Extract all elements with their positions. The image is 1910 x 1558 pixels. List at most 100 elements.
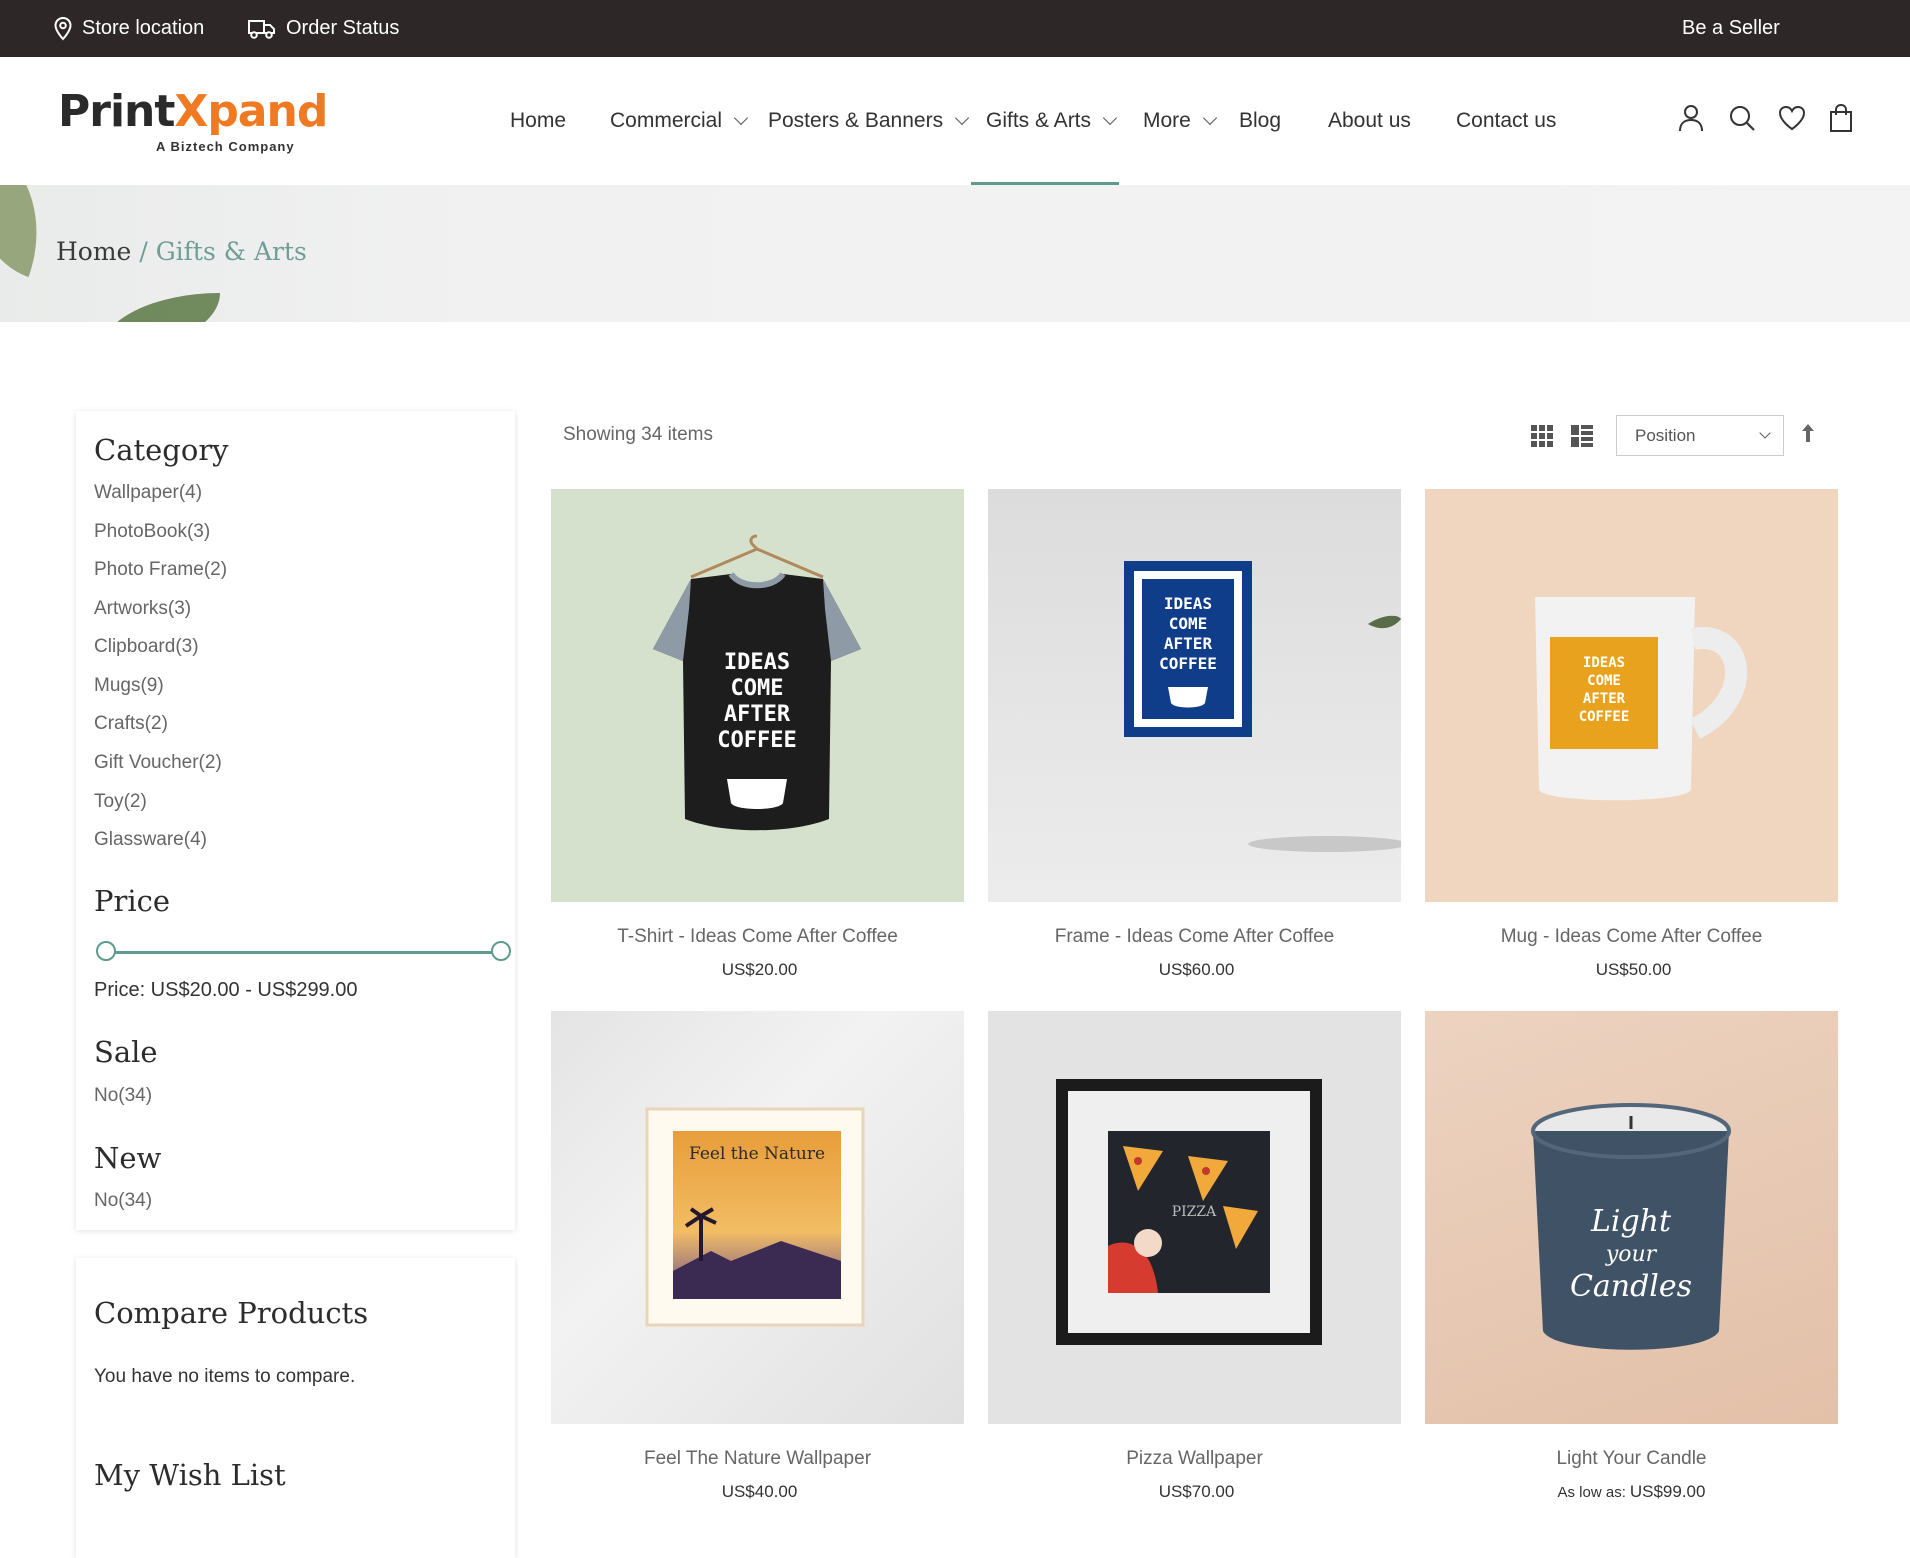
breadcrumb-separator: / — [139, 237, 148, 266]
nav-blog[interactable]: Blog — [1239, 57, 1281, 185]
nav-contact-us[interactable]: Contact us — [1456, 57, 1556, 185]
leaf-decoration — [100, 293, 220, 322]
nature-wallpaper-artwork: Feel the Nature — [645, 1107, 865, 1327]
new-option[interactable]: No(34) — [94, 1190, 152, 1212]
category-item[interactable]: Toy(2) — [94, 791, 147, 813]
svg-text:Candles: Candles — [1570, 1269, 1692, 1304]
store-location-label: Store location — [82, 17, 205, 39]
nav-gifts-arts[interactable]: Gifts & Arts — [986, 57, 1118, 185]
product-name[interactable]: Feel The Nature Wallpaper — [551, 1448, 964, 1470]
nav-posters-banners[interactable]: Posters & Banners — [768, 57, 970, 185]
sort-select[interactable]: Position — [1616, 415, 1784, 456]
svg-text:COME: COME — [731, 676, 784, 701]
filter-panel: Category Wallpaper(4) PhotoBook(3) Photo… — [76, 411, 515, 1230]
price-slider-min-handle[interactable] — [96, 941, 116, 961]
product-card[interactable]: IDEAS COME AFTER COFFEE Mug - Ideas Come… — [1425, 489, 1838, 989]
top-bar: Store location Order Status Be a Seller — [0, 0, 1910, 57]
product-price: US$70.00 — [1158, 1482, 1235, 1501]
category-item[interactable]: Wallpaper(4) — [94, 482, 202, 504]
chevron-down-icon — [955, 110, 970, 126]
price-slider-track[interactable] — [106, 951, 501, 954]
price-slider-max-handle[interactable] — [491, 941, 511, 961]
site-logo[interactable]: PrintXpand A Biztech Company — [58, 86, 328, 155]
product-name[interactable]: Pizza Wallpaper — [988, 1448, 1401, 1470]
product-card[interactable]: IDEAS COME AFTER COFFEE T-Shirt - Ideas … — [551, 489, 964, 989]
category-title: Category — [94, 433, 229, 467]
category-item[interactable]: Artworks(3) — [94, 598, 191, 620]
product-image[interactable]: Feel the Nature — [551, 1011, 964, 1424]
category-item[interactable]: PhotoBook(3) — [94, 521, 210, 543]
sort-selected-value: Position — [1635, 425, 1696, 445]
compare-title: Compare Products — [94, 1296, 369, 1330]
be-seller-label: Be a Seller — [1682, 17, 1780, 39]
grid-view-icon[interactable] — [1530, 424, 1554, 448]
candle-artwork: Light your Candles — [1531, 1103, 1731, 1350]
sale-option[interactable]: No(34) — [94, 1085, 152, 1107]
truck-icon — [248, 19, 275, 39]
chevron-down-icon — [1102, 110, 1118, 126]
product-card[interactable]: PIZZA Pizza Wallpaper US$70.00 — [988, 1011, 1401, 1521]
order-status-link[interactable]: Order Status — [248, 0, 399, 57]
product-card[interactable]: Feel the Nature Feel The Nature Wallpape… — [551, 1011, 964, 1521]
heart-icon[interactable] — [1777, 103, 1807, 133]
category-item[interactable]: Mugs(9) — [94, 675, 164, 697]
tshirt-artwork: IDEAS COME AFTER COFFEE — [653, 534, 861, 831]
price-title: Price — [94, 884, 171, 918]
mug-artwork: IDEAS COME AFTER COFFEE — [1535, 597, 1747, 801]
category-item[interactable]: Photo Frame(2) — [94, 559, 227, 581]
product-name[interactable]: Light Your Candle — [1425, 1448, 1838, 1470]
nav-commercial[interactable]: Commercial — [610, 57, 749, 185]
product-price: As low as: US$99.00 — [1557, 1482, 1706, 1501]
nav-about-us[interactable]: About us — [1328, 57, 1411, 185]
product-price: US$50.00 — [1595, 960, 1672, 979]
category-item[interactable]: Gift Voucher(2) — [94, 752, 222, 774]
svg-text:IDEAS: IDEAS — [1164, 594, 1212, 613]
search-icon[interactable] — [1727, 103, 1757, 133]
user-icon[interactable] — [1676, 103, 1706, 133]
store-location-link[interactable]: Store location — [54, 0, 204, 57]
product-card[interactable]: IDEAS COME AFTER COFFEE Frame - Ideas Co… — [988, 489, 1401, 989]
shopping-bag-icon[interactable] — [1826, 103, 1856, 133]
svg-text:IDEAS: IDEAS — [724, 650, 790, 675]
svg-text:IDEAS: IDEAS — [1583, 655, 1625, 671]
product-price: US$60.00 — [1158, 960, 1235, 979]
product-name[interactable]: Frame - Ideas Come After Coffee — [988, 926, 1401, 948]
category-item[interactable]: Crafts(2) — [94, 713, 168, 735]
product-image[interactable]: PIZZA — [988, 1011, 1401, 1424]
product-image[interactable]: IDEAS COME AFTER COFFEE — [1425, 489, 1838, 902]
svg-text:your: your — [1605, 1242, 1658, 1267]
item-count: Showing 34 items — [563, 424, 713, 445]
svg-text:AFTER: AFTER — [1164, 634, 1213, 653]
order-status-label: Order Status — [286, 17, 400, 39]
list-view-icon[interactable] — [1570, 424, 1594, 448]
category-item[interactable]: Clipboard(3) — [94, 636, 199, 658]
sale-title: Sale — [94, 1035, 158, 1069]
svg-text:COFFEE: COFFEE — [717, 728, 796, 753]
product-image[interactable]: IDEAS COME AFTER COFFEE — [551, 489, 964, 902]
compare-wishlist-panel: Compare Products You have no items to co… — [76, 1258, 515, 1558]
svg-text:COME: COME — [1587, 673, 1621, 689]
svg-text:COFFEE: COFFEE — [1159, 654, 1217, 673]
nature-art-text: Feel the Nature — [689, 1144, 825, 1164]
category-item[interactable]: Glassware(4) — [94, 829, 207, 851]
be-seller-link[interactable]: Be a Seller — [1682, 0, 1780, 57]
product-price: US$20.00 — [721, 960, 798, 979]
nav-more[interactable]: More — [1143, 57, 1217, 185]
logo-wordmark: PrintXpand — [58, 86, 328, 137]
chevron-down-icon — [733, 110, 749, 126]
product-name[interactable]: Mug - Ideas Come After Coffee — [1425, 926, 1838, 948]
pizza-wallpaper-artwork: PIZZA — [1056, 1079, 1322, 1345]
product-image[interactable]: Light your Candles — [1425, 1011, 1838, 1424]
svg-text:COFFEE: COFFEE — [1579, 709, 1630, 725]
breadcrumb-banner: Home / Gifts & Arts — [0, 185, 1910, 322]
sort-direction-arrow-icon[interactable] — [1800, 422, 1816, 444]
product-name[interactable]: T-Shirt - Ideas Come After Coffee — [551, 926, 964, 948]
nav-home[interactable]: Home — [510, 57, 566, 185]
breadcrumb-home[interactable]: Home — [56, 237, 131, 266]
product-card[interactable]: Light your Candles Light Your Candle As … — [1425, 1011, 1838, 1521]
wishlist-title: My Wish List — [94, 1458, 286, 1492]
svg-text:COME: COME — [1169, 614, 1208, 633]
frame-artwork: IDEAS COME AFTER COFFEE — [1124, 561, 1401, 852]
product-image[interactable]: IDEAS COME AFTER COFFEE — [988, 489, 1401, 902]
site-header: PrintXpand A Biztech Company Home Commer… — [0, 57, 1910, 185]
